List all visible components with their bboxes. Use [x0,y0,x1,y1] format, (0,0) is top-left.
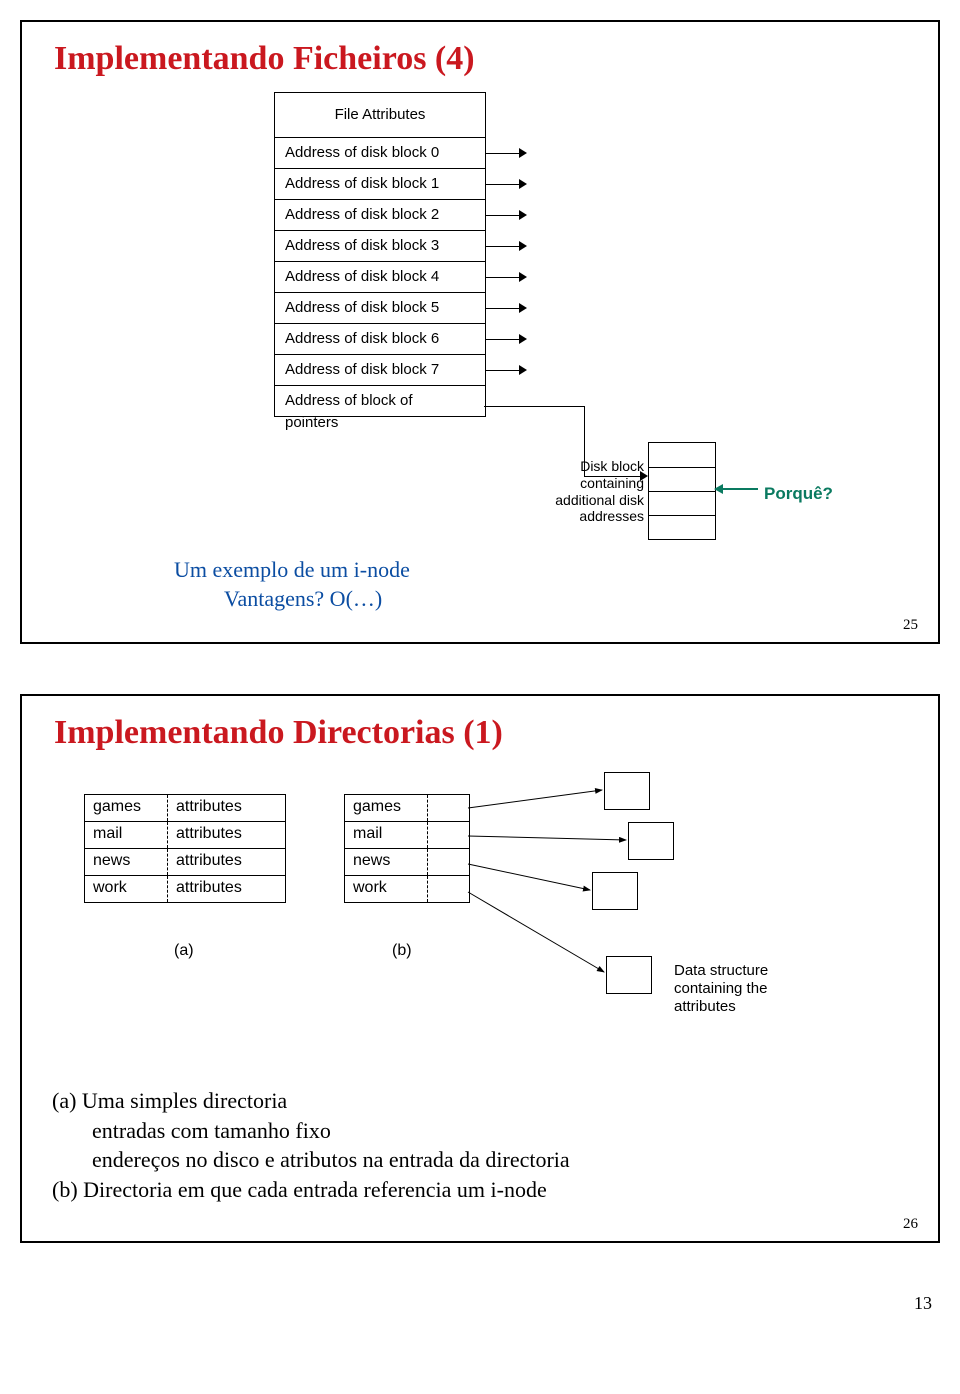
inode-row: Address of disk block 2 [275,200,485,231]
inode-row-label: Address of disk block 4 [285,268,439,285]
inode-row-label: Address of disk block 5 [285,299,439,316]
body-line: entradas com tamanho fixo [52,1116,908,1146]
slide-1-number: 25 [903,617,918,634]
table-row: workattributes [85,876,285,903]
inode-row: Address of disk block 7 [275,355,485,386]
struct-box [592,872,638,910]
dir-name: work [85,876,168,902]
struct-box [628,822,674,860]
slide-2-body: (a) Uma simples directoria entradas com … [52,1086,908,1205]
inode-row-label: Address of block of pointers [285,392,413,431]
inode-row-label: Address of disk block 1 [285,175,439,192]
slide-2-number: 26 [903,1216,918,1233]
dir-name: games [85,795,168,821]
inode-row-label: Address of disk block 6 [285,330,439,347]
inode-row: Address of disk block 0 [275,138,485,169]
body-line: (a) Uma simples directoria [52,1088,287,1113]
inode-row: Address of disk block 1 [275,169,485,200]
dir-attr: attributes [168,876,285,902]
disk-block-label: Disk block containing additional disk ad… [544,458,644,525]
table-row: work [345,876,469,903]
struct-box [606,956,652,994]
table-row: news [345,849,469,876]
label-a: (a) [174,942,194,960]
arrow-left-icon [722,488,758,490]
dir-name: news [345,849,428,875]
dir-attr: attributes [168,849,285,875]
slide-1: Implementando Ficheiros (4) File Attribu… [20,20,940,644]
body-line: endereços no disco e atributos na entrad… [52,1145,908,1175]
dir-name: games [345,795,428,821]
inode-row: Address of disk block 5 [275,293,485,324]
caption-line: Vantagens? O(…) [174,586,382,611]
dir-attr: attributes [168,795,285,821]
inode-table: File Attributes Address of disk block 0 … [274,92,486,417]
dir-name: news [85,849,168,875]
connector-line [484,406,584,407]
dir-name: mail [345,822,428,848]
disk-block-box [648,442,716,540]
label-b: (b) [392,942,412,960]
inode-row-label: Address of disk block 3 [285,237,439,254]
dir-attr: attributes [168,822,285,848]
inode-row-label: Address of disk block 7 [285,361,439,378]
slide-2-title: Implementando Directorias (1) [44,714,916,752]
slide-1-caption: Um exemplo de um i-node Vantagens? O(…) [174,556,410,613]
body-line: (b) Directoria em que cada entrada refer… [52,1177,547,1202]
dir-name: work [345,876,428,902]
inode-row: Address of disk block 4 [275,262,485,293]
inode-header: File Attributes [275,93,485,138]
porque-label: Porquê? [764,484,833,504]
inode-row-label: Address of disk block 0 [285,144,439,161]
directory-diagram: gamesattributes mailattributes newsattri… [44,766,916,1086]
page-number: 13 [20,1293,940,1314]
table-row: gamesattributes [85,795,285,822]
inode-row-label: Address of disk block 2 [285,206,439,223]
table-row: newsattributes [85,849,285,876]
inode-row-pointers: Address of block of pointers [275,386,485,417]
struct-box [604,772,650,810]
inode-row: Address of disk block 3 [275,231,485,262]
table-row: mail [345,822,469,849]
dir-name: mail [85,822,168,848]
dir-table-b: games mail news work [344,794,470,903]
inode-row: Address of disk block 6 [275,324,485,355]
table-row: mailattributes [85,822,285,849]
table-row: games [345,795,469,822]
slide-2: Implementando Directorias (1) gamesattri… [20,694,940,1243]
slide-1-title: Implementando Ficheiros (4) [44,40,916,78]
caption-line: Um exemplo de um i-node [174,557,410,582]
dir-table-a: gamesattributes mailattributes newsattri… [84,794,286,903]
inode-diagram: File Attributes Address of disk block 0 … [44,92,916,632]
data-structure-label: Data structure containing the attributes [674,962,824,1016]
